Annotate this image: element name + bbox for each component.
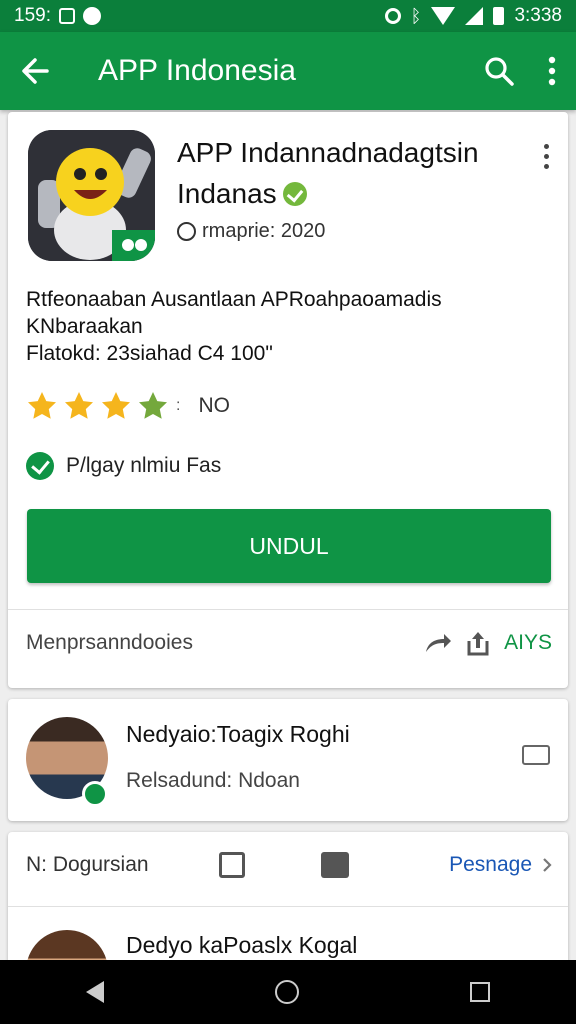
card-menu-icon[interactable] [544, 144, 550, 170]
star-icon [65, 392, 93, 419]
signal-icon [465, 7, 484, 25]
publisher-row: rmaprie: 2020 [177, 220, 325, 243]
app-icon [28, 130, 155, 261]
status-time: 159: [14, 5, 51, 26]
share-row: Menprsanndooies AIYS [26, 630, 552, 656]
star-icon [28, 392, 56, 419]
star-icon [139, 392, 167, 419]
share-label: Menprsanndooies [26, 631, 193, 654]
reviews-card: N: Dogursian Pesnage Dedyo kaPoaslx Koga… [8, 832, 568, 1012]
developer-subtitle: Relsadund: Ndoan [126, 769, 300, 792]
app-description: Rtfeonaaban Ausantlaan APRoahpaoamadis K… [26, 288, 442, 338]
app-detail-card: APP Indannadnadagtsin Indanas rmaprie: 2… [8, 112, 568, 688]
app-title: APP Indannadnadagtsin Indanas [177, 132, 517, 214]
notification-icon [58, 8, 75, 24]
reviews-link[interactable]: Pesnage [449, 853, 552, 877]
upload-icon[interactable] [466, 630, 490, 656]
battery-icon [493, 7, 505, 25]
bluetooth-icon: ᛒ [410, 5, 422, 26]
thumbs-up-icon[interactable] [320, 852, 349, 878]
app-bar-title: APP Indonesia [98, 54, 296, 87]
install-button[interactable]: UNDUL [27, 509, 551, 583]
rating-value: NO [198, 394, 230, 417]
check-circle-icon [26, 452, 54, 480]
reviews-label: N: Dogursian [26, 853, 149, 876]
app-bar: APP Indonesia [0, 32, 576, 110]
message-icon[interactable] [522, 745, 550, 765]
mascot-icon [28, 130, 155, 261]
copyright-icon [177, 222, 196, 241]
share-action[interactable]: AIYS [504, 631, 552, 655]
app-title-line1: APP Indannadnadagtsin [177, 137, 479, 168]
wifi-icon [431, 7, 456, 25]
divider [8, 906, 568, 907]
app-notification-icon [82, 7, 101, 25]
star-icon [102, 392, 130, 419]
system-nav-bar [0, 960, 576, 1024]
status-clock: 3:338 [514, 5, 562, 26]
publisher-text: rmaprie: 2020 [202, 220, 326, 242]
reviewer-name: Dedyo kaPoaslx Kogal [126, 932, 358, 958]
rating-row: : NO [26, 390, 230, 422]
nav-recents-icon[interactable] [470, 982, 491, 1002]
verified-icon [282, 181, 307, 206]
feature-row: P/lgay nlmiu Fas [26, 452, 221, 480]
nav-back-icon[interactable] [85, 981, 104, 1003]
divider [8, 609, 568, 610]
app-title-line2: Indanas [177, 178, 277, 209]
developer-name: Nedyaio:Toagix Roghi [126, 721, 350, 747]
feature-text: P/lgay nlmiu Fas [66, 454, 222, 477]
rating-separator: : [176, 397, 181, 414]
avatar-badge-icon [82, 781, 108, 807]
back-arrow-icon[interactable] [20, 56, 50, 86]
search-icon[interactable] [484, 56, 514, 86]
sync-icon [384, 8, 401, 24]
status-bar: 159: ᛒ 3:338 [0, 0, 576, 32]
reviews-link-label: Pesnage [449, 853, 532, 876]
nav-home-icon[interactable] [274, 980, 299, 1004]
overflow-menu-icon[interactable] [548, 56, 556, 86]
reviews-header: N: Dogursian Pesnage [26, 852, 552, 878]
platform-info: Flatokd: 23siahad C4 100" [26, 342, 273, 365]
chat-icon[interactable] [218, 852, 245, 878]
chevron-right-icon [543, 858, 552, 872]
share-icon[interactable] [424, 632, 452, 654]
developer-card[interactable]: Nedyaio:Toagix Roghi Relsadund: Ndoan [8, 699, 568, 821]
